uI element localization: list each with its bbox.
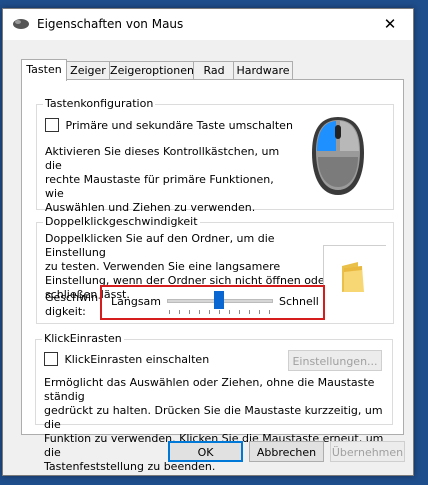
clicklock-checkbox-row[interactable]: KlickEinrasten einschalten [44, 352, 209, 366]
tab-tasten[interactable]: Tasten [21, 59, 67, 81]
group-title: KlickEinrasten [42, 332, 124, 345]
description-line: Auswählen und Ziehen zu verwenden. [45, 201, 256, 214]
slider-tick [179, 310, 180, 314]
description-line: Ermöglicht das Auswählen oder Ziehen, oh… [44, 376, 375, 403]
fast-label: Schnell [279, 295, 319, 308]
group-tastenkonfiguration: Tastenkonfiguration Primäre und sekundär… [36, 97, 394, 214]
mouse-properties-window: Eigenschaften von Maus ✕ Tasten Zeiger Z… [2, 8, 414, 476]
description-line: Doppelklicken Sie auf den Ordner, um die… [45, 232, 275, 259]
mouse-app-icon [13, 19, 29, 29]
slider-tick [169, 310, 170, 314]
swap-buttons-description: Aktivieren Sie dieses Kontrollkästchen, … [45, 145, 285, 215]
tab-zeigeroptionen[interactable]: Zeigeroptionen [109, 61, 195, 79]
test-folder-area[interactable] [323, 245, 386, 304]
slow-label: Langsam [111, 295, 162, 308]
clicklock-settings-button[interactable]: Einstellungen... [288, 350, 382, 371]
swap-buttons-checkbox-row[interactable]: Primäre und sekundäre Taste umschalten [45, 118, 293, 132]
slider-tick [239, 310, 240, 314]
clicklock-label: KlickEinrasten einschalten [64, 352, 210, 366]
slider-tick [259, 310, 260, 314]
description-line: zu testen. Verwenden Sie eine langsamere [45, 260, 281, 273]
tab-hardware[interactable]: Hardware [233, 61, 293, 79]
description-line: Aktivieren Sie dieses Kontrollkästchen, … [45, 145, 280, 172]
slider-tick [219, 310, 220, 314]
close-button[interactable]: ✕ [367, 9, 413, 40]
ok-button[interactable]: OK [168, 441, 243, 462]
cancel-button[interactable]: Abbrechen [249, 441, 324, 462]
tab-label: Rad [203, 64, 225, 77]
slider-tick [269, 310, 270, 314]
window-title: Eigenschaften von Maus [37, 17, 184, 31]
slider-tick [199, 310, 200, 314]
speed-label-line: digkeit: [45, 305, 86, 318]
slider-tick [229, 310, 230, 314]
tab-rad[interactable]: Rad [193, 61, 235, 79]
swap-buttons-label: Primäre und sekundäre Taste umschalten [65, 118, 293, 132]
tab-label: Hardware [236, 64, 290, 77]
group-klickeinrasten: KlickEinrasten KlickEinrasten einschalte… [35, 332, 393, 473]
speed-slider-thumb[interactable] [214, 291, 224, 309]
tab-label: Zeigeroptionen [110, 64, 194, 77]
tab-label: Zeiger [70, 64, 106, 77]
title-bar: Eigenschaften von Maus ✕ [3, 9, 413, 40]
clicklock-checkbox[interactable] [44, 352, 58, 366]
description-line: rechte Maustaste für primäre Funktionen,… [45, 173, 274, 200]
slider-tick [209, 310, 210, 314]
mouse-icon [312, 117, 364, 195]
description-line: gedrückt zu halten. Drücken Sie die Maus… [44, 404, 383, 431]
slider-tick [249, 310, 250, 314]
slider-tick [189, 310, 190, 314]
folder-icon[interactable] [338, 260, 368, 294]
apply-button[interactable]: Übernehmen [330, 441, 405, 462]
swap-buttons-checkbox[interactable] [45, 118, 59, 132]
group-title: Doppelklickgeschwindigkeit [43, 215, 200, 228]
tab-label: Tasten [26, 63, 62, 76]
speed-label: Geschwin- digkeit: [45, 291, 102, 319]
group-title: Tastenkonfiguration [43, 97, 156, 110]
speed-label-line: Geschwin- [45, 291, 103, 304]
tab-zeiger[interactable]: Zeiger [65, 61, 111, 79]
